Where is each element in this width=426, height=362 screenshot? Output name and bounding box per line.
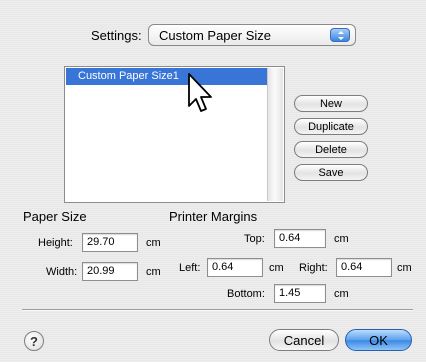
mouse-cursor-icon xyxy=(188,73,212,112)
list-item[interactable]: Custom Paper Size1 xyxy=(66,68,267,85)
left-label: Left: xyxy=(179,262,201,274)
right-margin-field[interactable]: 0.64 xyxy=(336,258,392,277)
settings-popup[interactable]: Custom Paper Size xyxy=(148,24,356,46)
left-unit: cm xyxy=(269,262,284,274)
new-button[interactable]: New xyxy=(294,95,368,112)
width-field[interactable]: 20.99 xyxy=(82,262,138,281)
top-label: Top: xyxy=(244,233,265,245)
help-button[interactable]: ? xyxy=(24,331,44,351)
ok-button[interactable]: OK xyxy=(345,329,412,351)
top-unit: cm xyxy=(334,233,349,245)
paper-size-list[interactable]: Custom Paper Size1 xyxy=(64,66,285,203)
right-unit: cm xyxy=(397,262,412,274)
help-icon: ? xyxy=(30,333,38,349)
width-unit: cm xyxy=(146,266,161,278)
paper-size-heading: Paper Size xyxy=(23,209,87,224)
width-label: Width: xyxy=(46,266,78,278)
duplicate-button[interactable]: Duplicate xyxy=(294,118,368,135)
save-button[interactable]: Save xyxy=(294,164,368,181)
top-margin-field[interactable]: 0.64 xyxy=(274,229,326,248)
printer-margins-heading: Printer Margins xyxy=(169,209,258,224)
bottom-margin-field[interactable]: 1.45 xyxy=(274,284,326,303)
height-field[interactable]: 29.70 xyxy=(82,233,138,252)
bottom-unit: cm xyxy=(334,288,349,300)
list-scrollbar[interactable] xyxy=(267,68,283,201)
delete-button[interactable]: Delete xyxy=(294,141,368,158)
cancel-button[interactable]: Cancel xyxy=(269,329,339,351)
left-margin-field[interactable]: 0.64 xyxy=(207,258,263,277)
popup-arrows-icon xyxy=(330,28,350,42)
settings-label: Settings: xyxy=(91,28,142,43)
right-label: Right: xyxy=(299,262,328,274)
height-unit: cm xyxy=(146,237,161,249)
bottom-label: Bottom: xyxy=(227,288,265,300)
settings-popup-value: Custom Paper Size xyxy=(159,27,271,43)
height-label: Height: xyxy=(38,237,73,249)
divider xyxy=(22,309,413,311)
